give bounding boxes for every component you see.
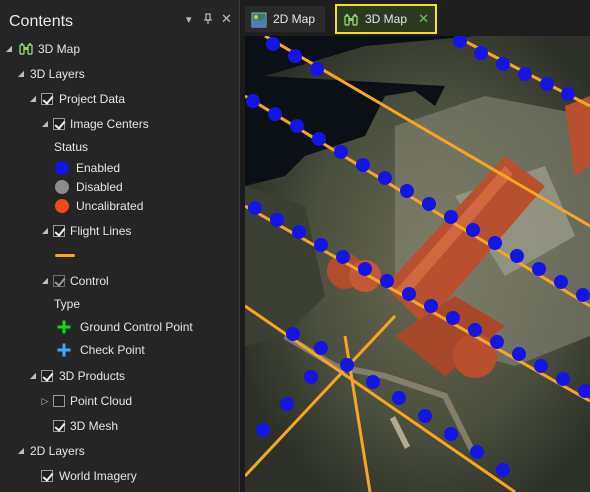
tree-item-label: Flight Lines [70, 224, 132, 238]
legend-label: Check Point [80, 343, 145, 357]
tree-item-3d-products[interactable]: ◢ 3D Products [0, 365, 240, 387]
tree-item-label: Point Cloud [70, 394, 133, 408]
tree-item-label: 3D Mesh [70, 419, 119, 433]
visibility-checkbox[interactable] [53, 420, 65, 432]
orange-line-icon [55, 254, 75, 257]
visibility-checkbox[interactable] [41, 470, 53, 482]
binoculars-map-icon [343, 11, 359, 27]
close-icon[interactable]: ✕ [221, 12, 232, 26]
chevron-down-icon[interactable]: ▾ [186, 13, 192, 27]
tree-item-label: World Imagery [59, 469, 137, 483]
tree-item-world-imagery[interactable]: World Imagery [0, 465, 240, 487]
legend-heading: Type [54, 297, 81, 311]
visibility-checkbox[interactable] [53, 225, 65, 237]
collapse-triangle-icon[interactable]: ◢ [40, 270, 50, 292]
collapse-triangle-icon[interactable]: ◢ [16, 440, 26, 462]
pin-icon[interactable] [203, 13, 213, 29]
tab-label: 2D Map [273, 12, 316, 26]
tab-3d-map[interactable]: 3D Map ✕ [335, 4, 437, 34]
tree-item-label: Image Centers [70, 117, 149, 131]
legend-label: Uncalibrated [76, 199, 144, 213]
blue-dot-icon [55, 161, 69, 175]
tree-item-2d-layers[interactable]: ◢ 2D Layers [0, 440, 240, 462]
legend-item-flight-line [0, 244, 240, 266]
blue-cross-icon [56, 342, 72, 358]
collapse-triangle-icon[interactable]: ◢ [16, 63, 26, 85]
tree-item-label: 2D Layers [30, 444, 85, 458]
tree-item-point-cloud[interactable]: ▷ Point Cloud [0, 390, 240, 412]
legend-item-check-point: Check Point [0, 339, 240, 361]
tree-item-label: 3D Map [38, 42, 81, 56]
legend-label: Ground Control Point [80, 320, 193, 334]
tree-item-image-centers[interactable]: ◢ Image Centers [0, 113, 240, 135]
contents-title: Contents [9, 13, 74, 30]
map-view-3d[interactable] [245, 36, 590, 492]
tree-item-control[interactable]: ◢ Control [0, 270, 240, 292]
tree-item-label: Project Data [59, 92, 126, 106]
tab-label: 3D Map [365, 12, 408, 26]
tree-item-project-data[interactable]: ◢ Project Data [0, 88, 240, 110]
map-tab-bar: 2D Map 3D Map ✕ [241, 0, 590, 36]
collapse-triangle-icon[interactable]: ◢ [40, 113, 50, 135]
visibility-checkbox[interactable] [41, 370, 53, 382]
green-cross-icon [56, 319, 72, 335]
orange-dot-icon [55, 199, 69, 213]
collapse-triangle-icon[interactable]: ◢ [40, 220, 50, 242]
close-icon[interactable]: ✕ [418, 6, 429, 32]
visibility-checkbox[interactable] [53, 395, 65, 407]
contents-header: Contents ▾ ✕ [0, 0, 240, 36]
collapse-triangle-icon[interactable]: ◢ [4, 38, 14, 60]
collapse-triangle-icon[interactable]: ◢ [28, 88, 38, 110]
legend-heading: Status [54, 140, 89, 154]
expand-triangle-icon[interactable]: ▷ [40, 390, 50, 412]
tree-item-label: 3D Products [59, 369, 126, 383]
collapse-triangle-icon[interactable]: ◢ [28, 365, 38, 387]
tab-2d-map[interactable]: 2D Map [245, 6, 325, 32]
contents-pane: Contents ▾ ✕ ◢ 3D Map ◢ 3D Layers ◢ Proj… [0, 0, 240, 492]
scene-render [245, 36, 590, 492]
gray-dot-icon [55, 180, 69, 194]
tree-item-3d-map[interactable]: ◢ 3D Map [0, 38, 240, 60]
visibility-checkbox[interactable] [53, 118, 65, 130]
tree-item-flight-lines[interactable]: ◢ Flight Lines [0, 220, 240, 242]
2d-map-icon [251, 11, 267, 28]
binoculars-map-icon [18, 41, 34, 64]
tree-item-label: 3D Layers [30, 67, 85, 81]
tree-item-3d-mesh[interactable]: 3D Mesh [0, 415, 240, 437]
visibility-checkbox[interactable] [41, 93, 53, 105]
tree-item-label: Control [70, 274, 109, 288]
tree-item-3d-layers[interactable]: ◢ 3D Layers [0, 63, 240, 85]
legend-item-gcp: Ground Control Point [0, 316, 240, 338]
legend-item-uncalibrated: Uncalibrated [0, 195, 240, 217]
visibility-checkbox[interactable] [53, 275, 65, 287]
